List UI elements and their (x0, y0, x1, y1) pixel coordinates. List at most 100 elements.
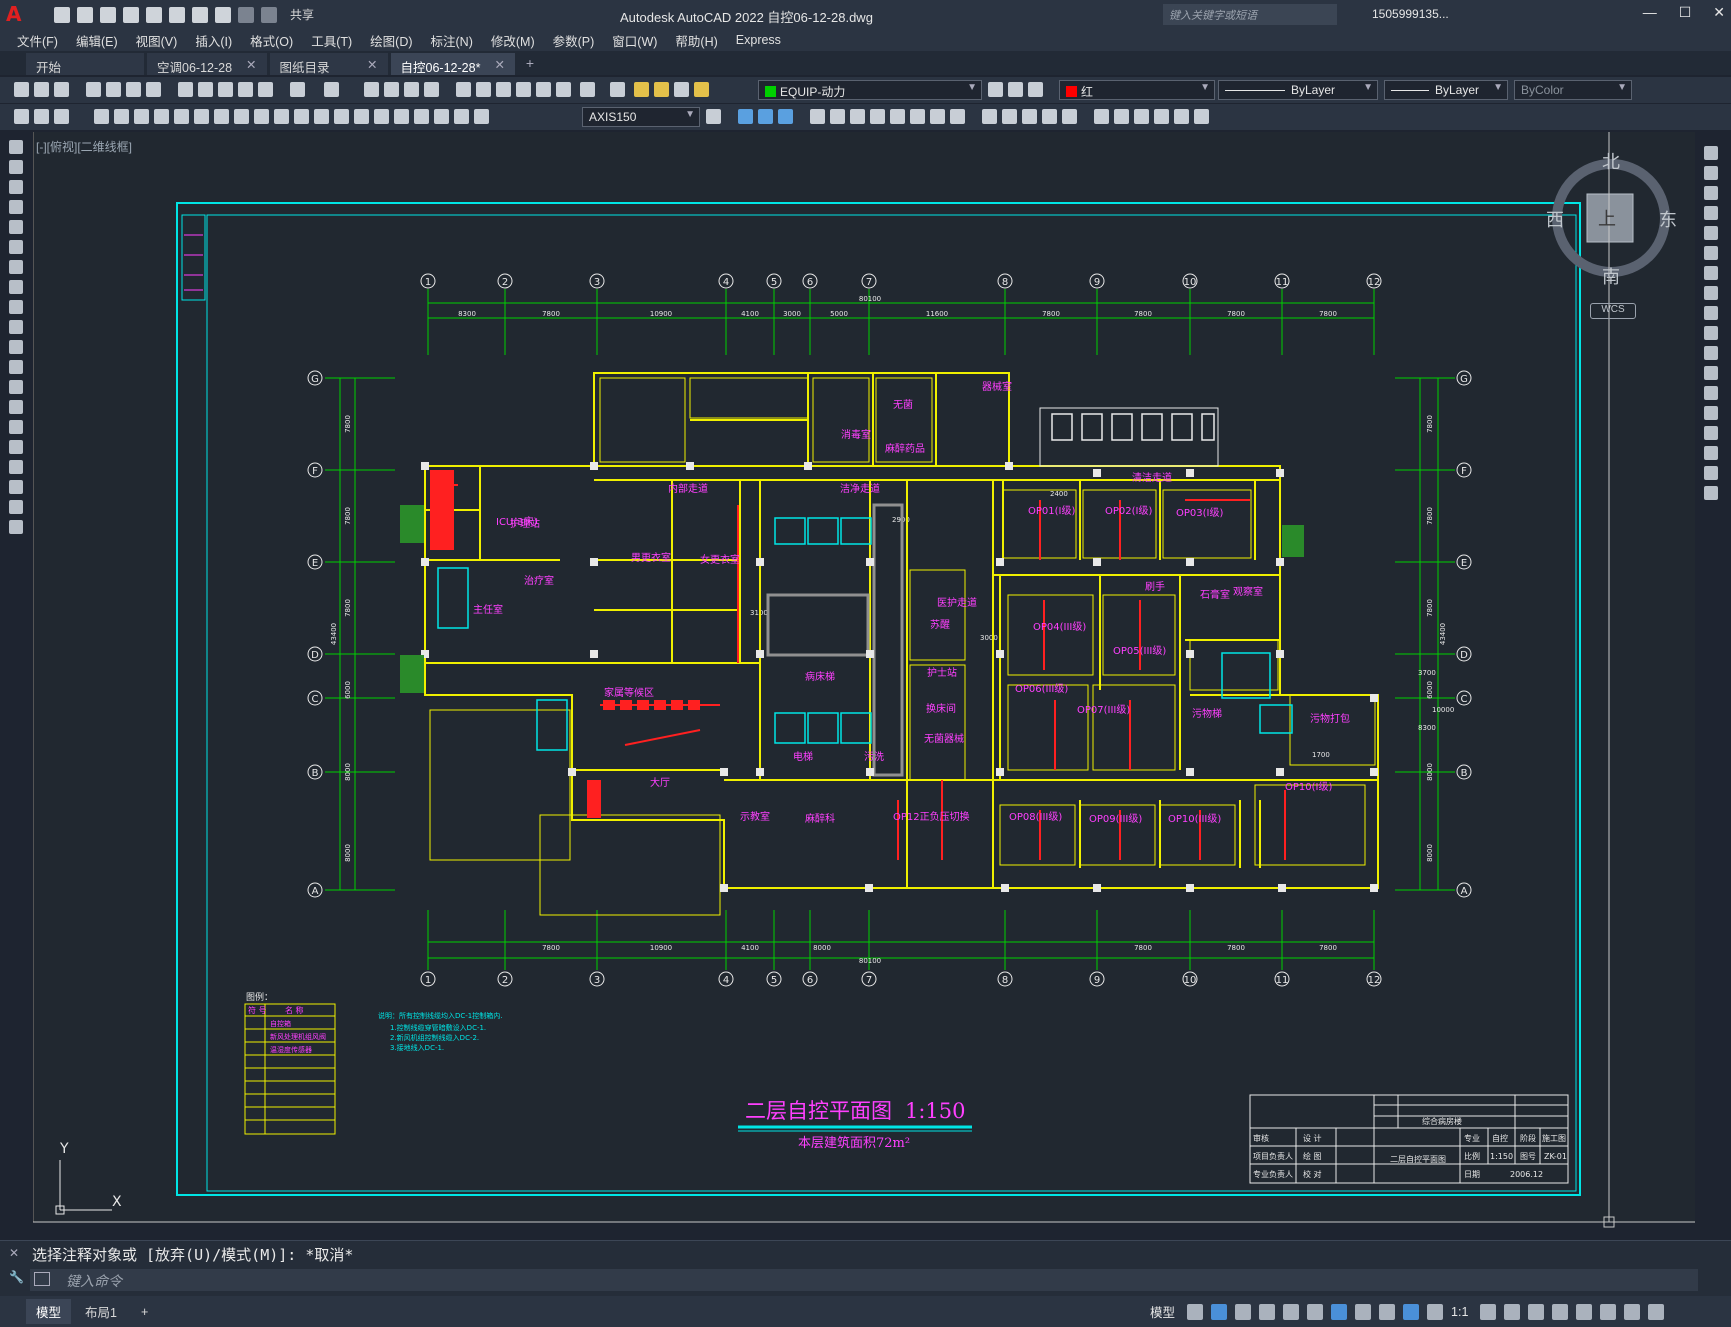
open-file-icon[interactable] (77, 6, 93, 23)
camera-icon[interactable] (1062, 109, 1077, 124)
insert-block-icon[interactable] (9, 360, 23, 374)
menu-tools[interactable]: 工具(T) (311, 31, 352, 50)
zoom-previous-icon[interactable] (424, 82, 439, 97)
spline-icon[interactable] (9, 300, 23, 314)
angular-dim-icon[interactable] (234, 109, 249, 124)
mtext-icon[interactable] (9, 500, 23, 514)
viewcube-north[interactable]: 北 (1602, 148, 1620, 174)
menu-draw[interactable]: 绘图(D) (370, 31, 412, 50)
menu-modify[interactable]: 修改(M) (491, 31, 535, 50)
point-icon[interactable] (9, 400, 23, 414)
menu-edit[interactable]: 编辑(E) (76, 31, 118, 50)
menu-file[interactable]: 文件(F) (17, 31, 58, 50)
modify-rotate-icon[interactable] (870, 109, 885, 124)
isodraft-icon[interactable] (1283, 1303, 1300, 1320)
menu-view[interactable]: 视图(V) (136, 31, 178, 50)
wcs-menu[interactable]: WCS (1590, 303, 1636, 319)
workspace-switch-icon[interactable] (1480, 1303, 1497, 1320)
viewport-icon[interactable] (982, 109, 997, 124)
help-search-input[interactable]: 键入关键字或短语 (1163, 4, 1337, 25)
text-style-icon[interactable] (1094, 109, 1109, 124)
ordinate-dim-icon[interactable] (154, 109, 169, 124)
dim-style-icon[interactable] (706, 109, 721, 124)
annotation-monitor-icon[interactable] (1504, 1303, 1521, 1320)
rectangle-icon[interactable] (9, 220, 23, 234)
workspace-icon[interactable] (14, 109, 29, 124)
dim-update-icon[interactable] (474, 109, 489, 124)
paste-icon[interactable] (218, 82, 233, 97)
clean-screen-icon[interactable] (1624, 1303, 1641, 1320)
redo-icon[interactable] (324, 82, 339, 97)
chamfer-icon[interactable] (1704, 426, 1718, 440)
help-icon[interactable] (580, 82, 595, 97)
scale-icon[interactable] (1704, 286, 1718, 300)
grid-icon[interactable] (1187, 1303, 1204, 1320)
close-tab-icon[interactable]: ✕ (367, 57, 377, 72)
region-icon[interactable] (9, 460, 23, 474)
autocad-logo-icon[interactable]: A (6, 2, 32, 28)
jogged-linear-icon[interactable] (414, 109, 429, 124)
jogged-dim-icon[interactable] (194, 109, 209, 124)
diameter-dim-icon[interactable] (214, 109, 229, 124)
undo-icon[interactable] (215, 6, 231, 23)
dim-space-icon[interactable] (314, 109, 329, 124)
viewcube-west[interactable]: 西 (1546, 206, 1564, 232)
extend-icon[interactable] (1704, 346, 1718, 360)
ortho-icon[interactable] (1235, 1303, 1252, 1320)
command-input[interactable]: 键入命令 (30, 1269, 1698, 1291)
save-icon[interactable] (54, 82, 69, 97)
quick-dim-icon[interactable] (254, 109, 269, 124)
linetype-dropdown[interactable]: ByLayer ▼ (1218, 80, 1378, 100)
drawing-viewport[interactable] (33, 132, 1695, 1222)
pan-icon[interactable] (364, 82, 379, 97)
tolerance-icon[interactable] (354, 109, 369, 124)
polygon-icon[interactable] (9, 200, 23, 214)
layout-tab-model[interactable]: 模型 (26, 1299, 72, 1324)
share-button[interactable]: 共享 (290, 6, 314, 23)
object-snap-tracking-icon[interactable] (1307, 1303, 1324, 1320)
visual-style-icon[interactable] (1022, 109, 1037, 124)
aligned-dim-icon[interactable] (114, 109, 129, 124)
color-dropdown[interactable]: 红 ▼ (1059, 80, 1215, 100)
render-icon[interactable] (34, 109, 49, 124)
arc-length-icon[interactable] (134, 109, 149, 124)
fillet-icon[interactable] (1704, 446, 1718, 460)
dim-break-icon[interactable] (334, 109, 349, 124)
match-properties-icon[interactable] (238, 82, 253, 97)
make-block-icon[interactable] (9, 380, 23, 394)
close-tab-icon[interactable]: ✕ (246, 57, 256, 72)
menu-help[interactable]: 帮助(H) (675, 31, 717, 50)
graphics-performance-icon[interactable] (1600, 1303, 1617, 1320)
join-icon[interactable] (1704, 406, 1718, 420)
baseline-dim-icon[interactable] (274, 109, 289, 124)
tab-drawing-index[interactable]: 图纸目录 ✕ (269, 53, 388, 75)
revision-cloud-icon[interactable] (9, 280, 23, 294)
gradient-icon[interactable] (9, 440, 23, 454)
menu-dimension[interactable]: 标注(N) (431, 31, 473, 50)
modify-mirror-icon[interactable] (890, 109, 905, 124)
3d-print-icon[interactable] (146, 82, 161, 97)
layer-match-icon[interactable] (1028, 82, 1043, 97)
user-account[interactable]: 1505999135... (1372, 7, 1449, 21)
undo-icon[interactable] (290, 82, 305, 97)
sheet-set-icon[interactable] (516, 82, 531, 97)
explode-icon[interactable] (1704, 486, 1718, 500)
arc-icon[interactable] (9, 240, 23, 254)
lineweight-icon[interactable] (1355, 1303, 1372, 1320)
layer-properties-icon[interactable] (610, 82, 625, 97)
annotation-scale[interactable]: 1:1 (1451, 1305, 1468, 1319)
circle-icon[interactable] (9, 260, 23, 274)
model-space-toggle[interactable]: 模型 (1150, 1302, 1175, 1321)
blend-curves-icon[interactable] (1704, 466, 1718, 480)
close-icon[interactable]: ✕ (1713, 4, 1725, 21)
view-iso-icon[interactable] (778, 109, 793, 124)
multiline-text-icon[interactable] (1114, 109, 1129, 124)
lineweight-dropdown[interactable]: ByLayer ▼ (1384, 80, 1508, 100)
ellipse-icon[interactable] (9, 320, 23, 334)
lock-icon[interactable] (694, 82, 709, 97)
menu-window[interactable]: 窗口(W) (612, 31, 657, 50)
zoom-realtime-icon[interactable] (384, 82, 399, 97)
auto-scale-icon[interactable] (1427, 1303, 1444, 1320)
open-file-icon[interactable] (34, 82, 49, 97)
save-icon[interactable] (100, 6, 116, 23)
